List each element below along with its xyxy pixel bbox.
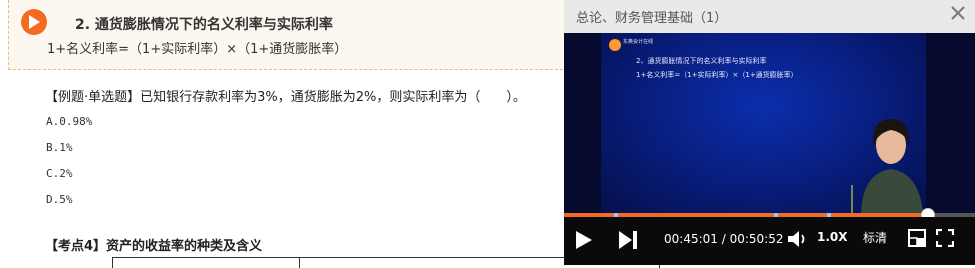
option-a: A.0.98% xyxy=(46,115,93,128)
next-icon[interactable] xyxy=(619,231,637,249)
video-panel: 总论、财务管理基础（1） 东奥会计在线 2、通货膨胀情况下的名义利率与实际利率 … xyxy=(564,0,975,265)
table-cell xyxy=(112,258,300,268)
quality-button[interactable]: 标清 xyxy=(863,229,887,246)
section-heading: 【考点4】资产的收益率的种类及含义 xyxy=(45,239,263,254)
tip-title: 2. 通货膨胀情况下的名义利率与实际利率 xyxy=(75,17,333,33)
option-d: D.5% xyxy=(46,193,73,206)
logo-icon xyxy=(609,39,621,51)
play-icon[interactable] xyxy=(576,231,592,249)
tip-formula: 1+名义利率=（1+实际利率）×（1+通货膨胀率） xyxy=(47,42,348,57)
panel-title: 总论、财务管理基础（1） xyxy=(576,11,728,26)
slide-line-1: 2、通货膨胀情况下的名义利率与实际利率 xyxy=(636,57,767,65)
time-display: 00:45:01 / 00:50:52 xyxy=(664,232,784,246)
slide-logo-text: 东奥会计在线 xyxy=(623,39,654,45)
play-circle-icon[interactable] xyxy=(21,9,47,35)
fullscreen-icon[interactable] xyxy=(936,229,954,247)
tip-box: 2. 通货膨胀情况下的名义利率与实际利率 1+名义利率=（1+实际利率）×（1+… xyxy=(8,0,568,70)
option-c: C.2% xyxy=(46,167,73,180)
option-b: B.1% xyxy=(46,141,73,154)
speed-button[interactable]: 1.0X xyxy=(817,230,848,244)
presenter-image xyxy=(851,119,923,213)
slide: 东奥会计在线 2、通货膨胀情况下的名义利率与实际利率 1+名义利率=（1+实际利… xyxy=(601,33,926,213)
player-controls: 00:45:01 / 00:50:52 1.0X 标清 xyxy=(564,217,975,265)
video-area[interactable]: 东奥会计在线 2、通货膨胀情况下的名义利率与实际利率 1+名义利率=（1+实际利… xyxy=(564,33,975,213)
question-text: 【例题·单选题】已知银行存款利率为3%，通货膨胀为2%，则实际利率为（ ）。 xyxy=(45,90,526,105)
close-icon[interactable] xyxy=(949,4,967,22)
slide-line-2: 1+名义利率=（1+实际利率）×（1+通货膨胀率） xyxy=(636,71,798,79)
picture-in-picture-icon[interactable] xyxy=(908,229,926,247)
volume-icon[interactable] xyxy=(788,230,808,248)
